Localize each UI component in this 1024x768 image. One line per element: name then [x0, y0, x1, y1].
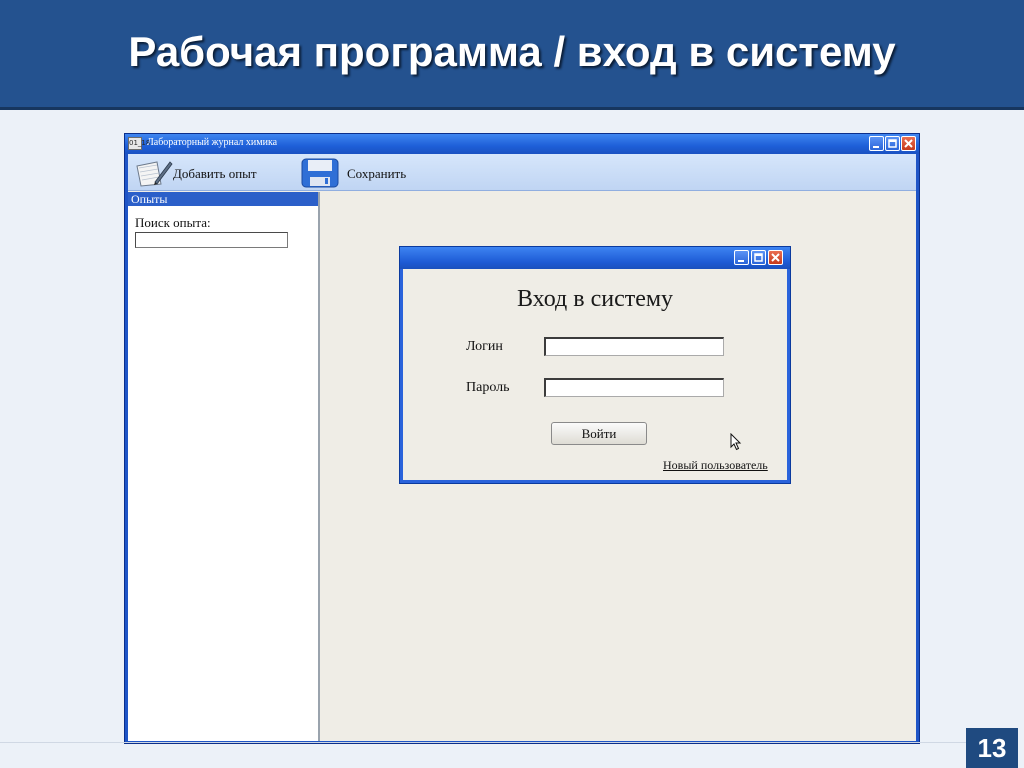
slide-footer-rule	[0, 742, 966, 743]
save-button[interactable]: Сохранить	[347, 166, 406, 182]
minimize-icon	[738, 260, 744, 262]
close-icon	[904, 139, 913, 148]
minimize-icon	[873, 146, 879, 148]
maximize-icon	[888, 139, 897, 148]
login-maximize-button[interactable]	[751, 250, 766, 265]
close-button[interactable]	[901, 136, 916, 151]
minimize-button[interactable]	[869, 136, 884, 151]
close-icon	[771, 253, 780, 262]
login-close-button[interactable]	[768, 250, 783, 265]
app-titlebar[interactable]: 01_18 Лабораторный журнал химика	[125, 134, 919, 154]
app-title: Лабораторный журнал химика	[147, 137, 278, 148]
maximize-icon	[754, 253, 763, 262]
search-input[interactable]	[135, 232, 288, 248]
mouse-pointer-icon	[730, 433, 742, 451]
search-label: Поиск опыта:	[135, 215, 211, 230]
sidebar-header: Опыты	[128, 192, 318, 206]
slide-title: Рабочая программа / вход в систему	[128, 28, 896, 75]
sidebar: Опыты Поиск опыта:	[128, 192, 320, 741]
login-titlebar[interactable]	[400, 247, 790, 269]
new-user-link[interactable]: Новый пользователь	[663, 458, 768, 473]
notebook-pencil-icon[interactable]	[133, 158, 173, 188]
login-field[interactable]	[544, 337, 724, 356]
slide-number: 13	[966, 728, 1018, 768]
password-label: Пароль	[466, 380, 510, 395]
slide-header: Рабочая программа / вход в систему	[0, 0, 1024, 110]
login-submit-button[interactable]: Войти	[551, 422, 647, 445]
add-experiment-button[interactable]: Добавить опыт	[173, 166, 257, 182]
maximize-button[interactable]	[885, 136, 900, 151]
password-field[interactable]	[544, 378, 724, 397]
login-heading: Вход в систему	[516, 286, 674, 312]
toolbar: Добавить опыт Сохранить	[128, 154, 916, 191]
login-label: Логин	[466, 339, 503, 354]
floppy-disk-icon[interactable]	[300, 158, 340, 188]
app-icon: 01_18	[128, 137, 150, 150]
login-minimize-button[interactable]	[734, 250, 749, 265]
